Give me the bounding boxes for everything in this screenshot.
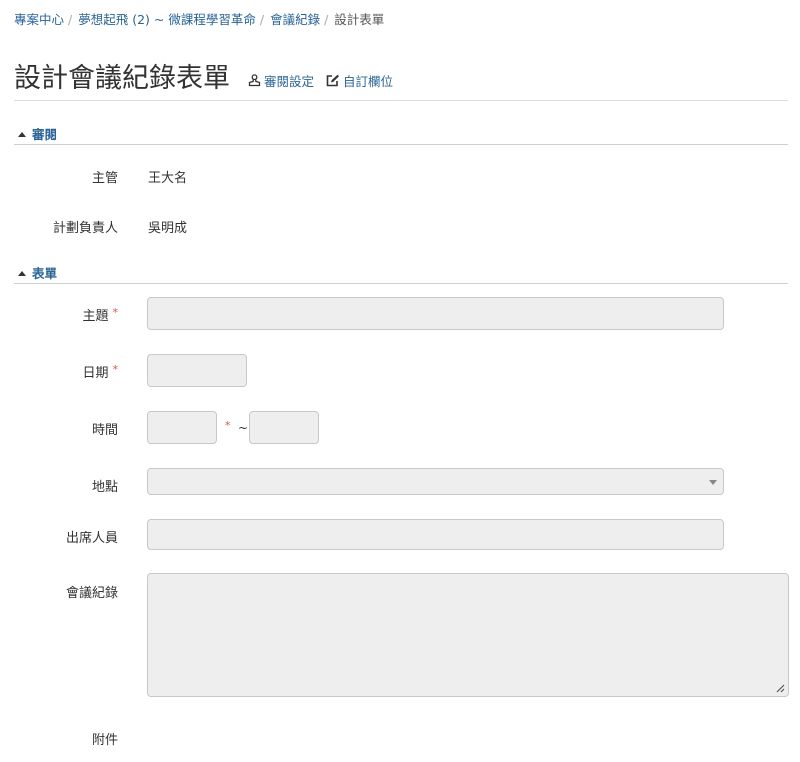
section-review-toggle[interactable]: 審閱 — [14, 124, 788, 145]
caret-up-icon — [18, 132, 26, 137]
review-settings-label: 審閱設定 — [264, 74, 315, 89]
date-input[interactable] — [147, 354, 247, 387]
breadcrumb: 專案中心 / 夢想起飛 (2) ~ 微課程學習革命 / 會議紀錄 / 設計表單 — [14, 9, 384, 28]
minutes-textarea[interactable] — [147, 573, 789, 697]
section-form-title: 表單 — [32, 266, 58, 281]
custom-fields-label: 自訂欄位 — [343, 74, 394, 89]
title-divider — [14, 100, 788, 101]
required-mark: * — [225, 419, 231, 432]
plan-owner-label: 計劃負責人 — [52, 221, 118, 236]
attendees-label: 出席人員 — [65, 531, 118, 546]
time-separator: ~ — [238, 421, 249, 435]
location-label: 地點 — [91, 480, 118, 495]
stamp-icon — [248, 74, 261, 87]
breadcrumb-separator: / — [259, 12, 265, 27]
location-select[interactable] — [147, 468, 724, 495]
subject-label: 主題 * — [82, 305, 118, 324]
plan-owner-value: 吳明成 — [148, 221, 188, 236]
subject-label-text: 主題 — [82, 309, 109, 324]
resize-handle-icon[interactable] — [775, 683, 785, 693]
page-title: 設計會議紀錄表單 — [14, 63, 230, 94]
edit-icon — [326, 74, 340, 87]
supervisor-label: 主管 — [91, 171, 118, 186]
breadcrumb-project-center[interactable]: 專案中心 — [14, 12, 64, 27]
custom-fields-link[interactable]: 自訂欄位 — [326, 71, 393, 90]
dropdown-arrow-icon — [709, 480, 717, 485]
required-mark: * — [112, 363, 119, 376]
caret-up-icon — [18, 271, 26, 276]
breadcrumb-project[interactable]: 夢想起飛 (2) ~ 微課程學習革命 — [78, 12, 256, 27]
start-time-input[interactable] — [147, 411, 217, 444]
time-label: 時間 — [91, 423, 118, 438]
title-row: 設計會議紀錄表單 審閱設定 自訂欄位 — [14, 56, 393, 95]
section-form-toggle[interactable]: 表單 — [14, 263, 788, 284]
breadcrumb-separator: / — [324, 12, 329, 27]
section-review-title: 審閱 — [32, 127, 58, 142]
attendees-input[interactable] — [147, 519, 724, 550]
date-label: 日期 * — [82, 362, 118, 381]
breadcrumb-meeting-records[interactable]: 會議紀錄 — [270, 12, 320, 27]
breadcrumb-current: 設計表單 — [334, 12, 385, 27]
date-label-text: 日期 — [82, 366, 109, 381]
review-settings-link[interactable]: 審閱設定 — [248, 71, 314, 90]
breadcrumb-separator: / — [68, 12, 73, 27]
required-mark: * — [112, 306, 119, 319]
minutes-label: 會議紀錄 — [65, 586, 118, 601]
end-time-input[interactable] — [249, 411, 319, 444]
subject-input[interactable] — [147, 297, 724, 330]
attachments-label: 附件 — [91, 733, 118, 748]
supervisor-value: 王大名 — [148, 171, 188, 186]
